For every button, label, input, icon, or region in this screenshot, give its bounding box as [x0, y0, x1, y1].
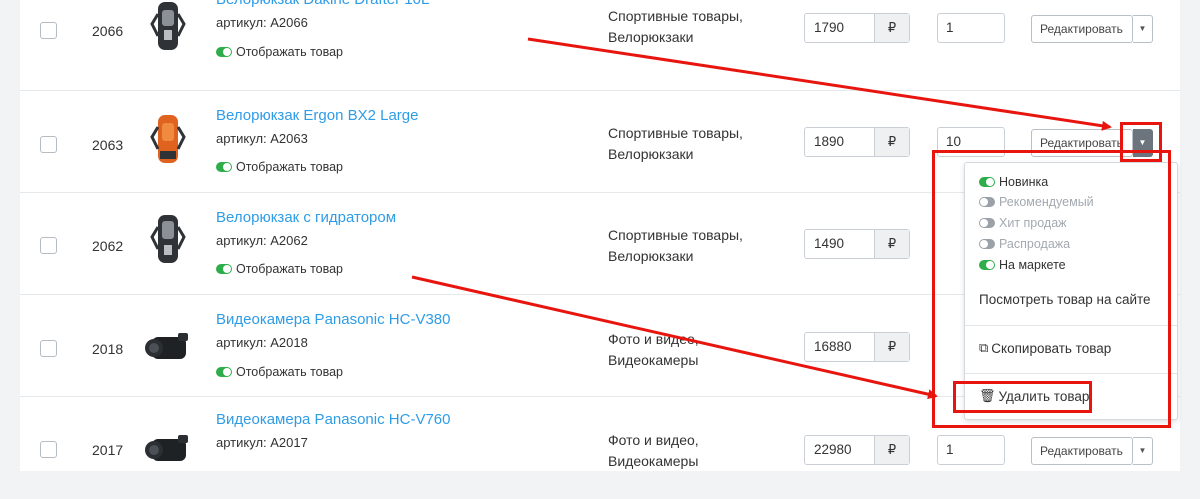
category-line: Видеокамеры [608, 453, 699, 469]
product-sku: артикул: A2062 [216, 233, 308, 248]
show-product-label: Отображать товар [236, 365, 344, 379]
currency-addon: ₽ [874, 333, 909, 361]
show-product-toggle[interactable]: Отображать товар [216, 160, 343, 174]
product-id: 2063 [92, 137, 124, 153]
price-input[interactable]: 1790 ₽ [804, 13, 910, 43]
category-line: Спортивные товары, [608, 227, 743, 243]
product-sku: артикул: A2063 [216, 131, 308, 146]
product-id: 2018 [92, 341, 124, 357]
toggle-on-icon [216, 367, 232, 377]
product-name-link[interactable]: Велорюкзак Dakine Drafter 10L [216, 0, 429, 8]
backpack-icon [150, 2, 186, 50]
quantity-input[interactable]: 1 [937, 13, 1005, 43]
annotation-highlight-delete [953, 381, 1092, 413]
toggle-on-icon [216, 162, 232, 172]
edit-button[interactable]: Редактировать [1031, 15, 1133, 43]
product-id: 2017 [92, 442, 124, 458]
price-input[interactable]: 1890 ₽ [804, 127, 910, 157]
price-input[interactable]: 22980 ₽ [804, 435, 910, 465]
category-line: Видеокамеры [608, 352, 699, 368]
camcorder-icon [145, 435, 188, 461]
edit-button[interactable]: Редактировать [1031, 437, 1133, 465]
backpack-orange-icon [150, 115, 186, 163]
price-value: 22980 [814, 442, 852, 457]
price-value: 1790 [814, 20, 845, 35]
currency-addon: ₽ [874, 128, 909, 156]
product-sku: артикул: A2066 [216, 15, 308, 30]
product-category: Спортивные товары, Велорюкзаки [608, 123, 743, 165]
price-input[interactable]: 1490 ₽ [804, 229, 910, 259]
quantity-value: 1 [946, 20, 954, 35]
category-line: Спортивные товары, [608, 125, 743, 141]
table-row: 2066 Велорюкзак Dakine Drafter 10L артик… [20, 0, 1180, 90]
price-value: 16880 [814, 339, 852, 354]
row-checkbox[interactable] [40, 22, 57, 39]
quantity-input[interactable]: 1 [937, 435, 1005, 465]
chevron-down-icon[interactable]: ▼ [1133, 15, 1153, 43]
category-line: Фото и видео, [608, 432, 699, 448]
toggle-on-icon [216, 47, 232, 57]
row-checkbox[interactable] [40, 136, 57, 153]
product-name-link[interactable]: Видеокамера Panasonic HC-V760 [216, 411, 450, 428]
price-value: 1890 [814, 134, 845, 149]
category-line: Велорюкзаки [608, 29, 694, 45]
currency-addon: ₽ [874, 14, 909, 42]
row-checkbox[interactable] [40, 340, 57, 357]
product-name-link[interactable]: Велорюкзак Ergon BX2 Large [216, 107, 418, 124]
show-product-toggle[interactable]: Отображать товар [216, 45, 343, 59]
chevron-down-icon[interactable]: ▼ [1133, 437, 1153, 465]
product-category: Фото и видео, Видеокамеры [608, 329, 699, 371]
price-input[interactable]: 16880 ₽ [804, 332, 910, 362]
show-product-label: Отображать товар [236, 45, 344, 59]
backpack-icon [150, 215, 186, 263]
category-line: Велорюкзаки [608, 146, 694, 162]
product-sku: артикул: A2017 [216, 435, 308, 450]
product-category: Фото и видео, Видеокамеры [608, 430, 699, 472]
camcorder-icon [145, 333, 188, 359]
product-id: 2062 [92, 238, 124, 254]
row-checkbox[interactable] [40, 237, 57, 254]
product-category: Спортивные товары, Велорюкзаки [608, 225, 743, 267]
row-checkbox[interactable] [40, 441, 57, 458]
category-line: Велорюкзаки [608, 248, 694, 264]
show-product-toggle[interactable]: Отображать товар [216, 365, 343, 379]
quantity-value: 1 [946, 442, 954, 457]
product-sku: артикул: A2018 [216, 335, 308, 350]
currency-addon: ₽ [874, 230, 909, 258]
category-line: Фото и видео, [608, 331, 699, 347]
product-name-link[interactable]: Велорюкзак с гидратором [216, 209, 396, 226]
product-name-link[interactable]: Видеокамера Panasonic HC-V380 [216, 311, 450, 328]
category-line: Спортивные товары, [608, 8, 743, 24]
currency-addon: ₽ [874, 436, 909, 464]
product-category: Спортивные товары, Велорюкзаки [608, 6, 743, 48]
toggle-on-icon [216, 264, 232, 274]
show-product-label: Отображать товар [236, 160, 344, 174]
product-id: 2066 [92, 23, 124, 39]
price-value: 1490 [814, 236, 845, 251]
quantity-value: 10 [946, 134, 962, 149]
show-product-label: Отображать товар [236, 262, 344, 276]
show-product-toggle[interactable]: Отображать товар [216, 262, 343, 276]
